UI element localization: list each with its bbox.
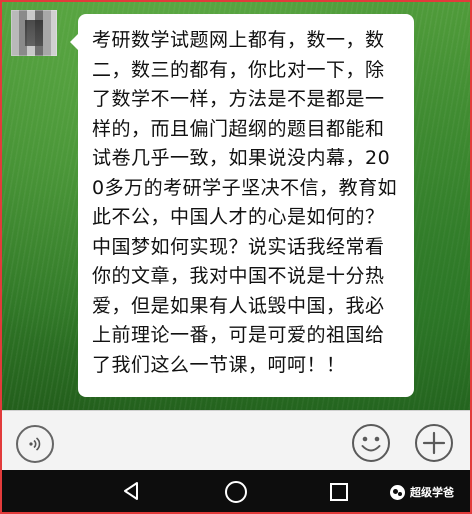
emoji-icon <box>351 423 391 463</box>
more-options-button[interactable] <box>414 423 454 463</box>
home-icon[interactable] <box>224 480 248 508</box>
chat-area[interactable]: 考研数学试题网上都有，数一，数二，数三的都有，你比对一下，除了数学不一样，方法是… <box>2 2 470 410</box>
watermark: 超级学爸 <box>390 484 454 500</box>
watermark-text: 超级学爸 <box>410 486 454 499</box>
recent-apps-icon[interactable] <box>329 482 349 506</box>
message-text: 考研数学试题网上都有，数一，数二，数三的都有，你比对一下，除了数学不一样，方法是… <box>92 29 398 376</box>
message-bubble[interactable]: 考研数学试题网上都有，数一，数二，数三的都有，你比对一下，除了数学不一样，方法是… <box>70 14 414 397</box>
system-nav-bar: 超级学爸 <box>2 470 470 512</box>
sender-avatar[interactable] <box>11 10 57 56</box>
emoji-button[interactable] <box>351 423 391 463</box>
voice-input-button[interactable] <box>16 425 54 463</box>
back-icon[interactable] <box>120 480 142 506</box>
screenshot-frame: 考研数学试题网上都有，数一，数二，数三的都有，你比对一下，除了数学不一样，方法是… <box>0 0 472 514</box>
voice-icon <box>26 435 44 453</box>
watermark-logo-icon <box>390 484 405 500</box>
chat-input-bar <box>2 410 470 470</box>
plus-icon <box>414 423 454 463</box>
